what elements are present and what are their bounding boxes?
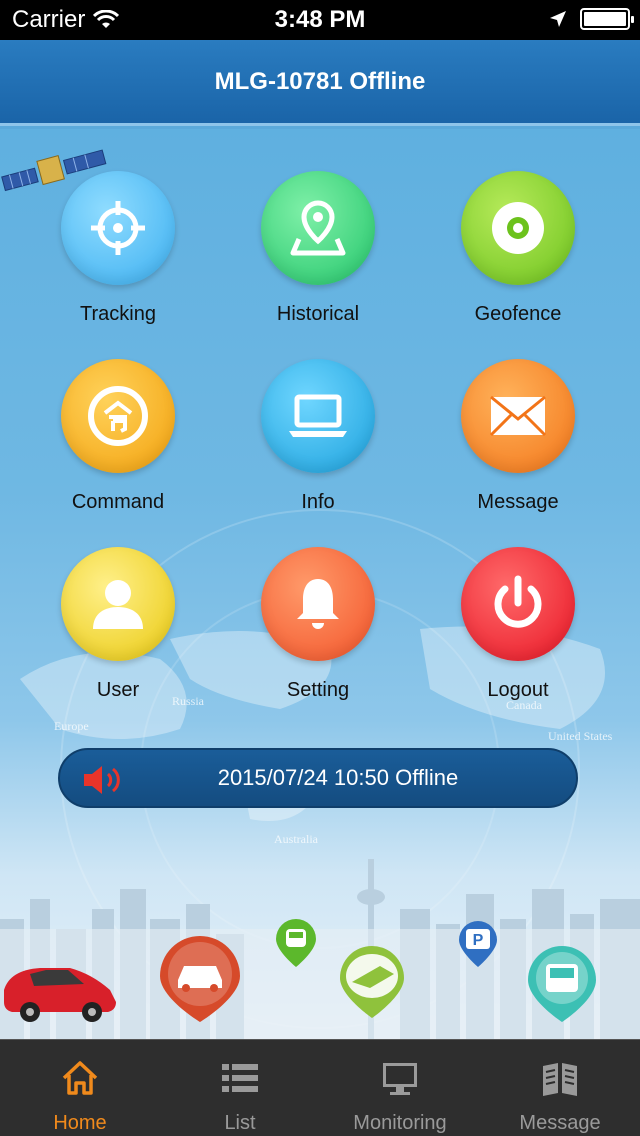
- parking-marker-icon: P: [459, 921, 497, 967]
- menu-command[interactable]: Command: [18, 359, 218, 529]
- menu-historical[interactable]: Historical: [218, 171, 418, 341]
- menu-info[interactable]: Info: [218, 359, 418, 529]
- tracking-circle: [61, 171, 175, 285]
- home-content: Russia Europe Canada United States Austr…: [0, 129, 640, 1039]
- home-icon: [62, 1061, 98, 1095]
- map-label-united-states: United States: [548, 729, 613, 743]
- page-title: MLG-10781 Offline: [214, 67, 426, 95]
- bell-icon: [297, 579, 339, 629]
- car-marker-icon: [160, 936, 240, 1022]
- status-bar: Carrier 3:48 PM: [0, 0, 640, 40]
- menu-label: Message: [477, 491, 559, 513]
- menu-logout[interactable]: Logout: [418, 547, 618, 717]
- command-icon: [88, 386, 148, 446]
- power-icon: [494, 575, 542, 628]
- menu-tracking[interactable]: Tracking: [18, 171, 218, 341]
- tab-label: List: [224, 1112, 256, 1134]
- battery-icon: [580, 8, 634, 30]
- crosshair-icon: [91, 201, 145, 255]
- tab-bar: Home List Monitoring Message: [0, 1039, 640, 1136]
- bus-marker-icon: [276, 919, 316, 967]
- setting-circle: [261, 547, 375, 661]
- message-circle: [461, 359, 575, 473]
- info-circle: [261, 359, 375, 473]
- map-label-australia: Australia: [274, 832, 318, 846]
- laptop-icon: [289, 394, 347, 437]
- status-time: 3:48 PM: [274, 6, 366, 33]
- nav-bar: MLG-10781 Offline: [0, 40, 640, 126]
- menu-label: Info: [301, 491, 335, 513]
- logout-circle: [461, 547, 575, 661]
- menu-label: Tracking: [80, 303, 156, 325]
- bus-stop-marker-icon: [528, 946, 596, 1022]
- command-circle: [61, 359, 175, 473]
- device-status-bar: 2015/07/24 10:50 Offline: [58, 748, 578, 808]
- menu-label: Command: [71, 491, 165, 513]
- location-arrow-icon: [550, 11, 566, 27]
- map-pin-icon: [290, 200, 346, 256]
- train-marker-icon: [340, 946, 404, 1018]
- status-right: [548, 8, 634, 30]
- car-image: [4, 968, 116, 1022]
- menu-message[interactable]: Message: [418, 359, 618, 529]
- list-icon: [222, 1064, 258, 1092]
- target-disc-icon: [492, 202, 544, 254]
- device-status-text: 2015/07/24 10:50 Offline: [217, 765, 459, 790]
- tab-monitoring[interactable]: Monitoring: [320, 1040, 480, 1136]
- envelope-icon: [489, 395, 547, 437]
- book-icon: [543, 1063, 577, 1096]
- tab-label: Message: [519, 1112, 601, 1134]
- menu-label: Geofence: [474, 303, 562, 325]
- tab-message[interactable]: Message: [480, 1040, 640, 1136]
- menu-user[interactable]: User: [18, 547, 218, 717]
- menu-label: Historical: [276, 303, 360, 325]
- geofence-circle: [461, 171, 575, 285]
- user-icon: [93, 580, 143, 629]
- menu-label: User: [96, 679, 140, 701]
- tab-home[interactable]: Home: [0, 1040, 160, 1136]
- tab-list[interactable]: List: [160, 1040, 320, 1136]
- menu-geofence[interactable]: Geofence: [418, 171, 618, 341]
- user-circle: [61, 547, 175, 661]
- menu-label: Logout: [487, 679, 549, 701]
- tab-label: Home: [53, 1112, 107, 1134]
- historical-circle: [261, 171, 375, 285]
- map-label-europe: Europe: [54, 719, 89, 733]
- menu-label: Setting: [286, 679, 350, 701]
- tab-label: Monitoring: [353, 1112, 447, 1134]
- menu-setting[interactable]: Setting: [218, 547, 418, 717]
- svg-text:P: P: [473, 932, 484, 949]
- monitor-icon: [383, 1063, 417, 1095]
